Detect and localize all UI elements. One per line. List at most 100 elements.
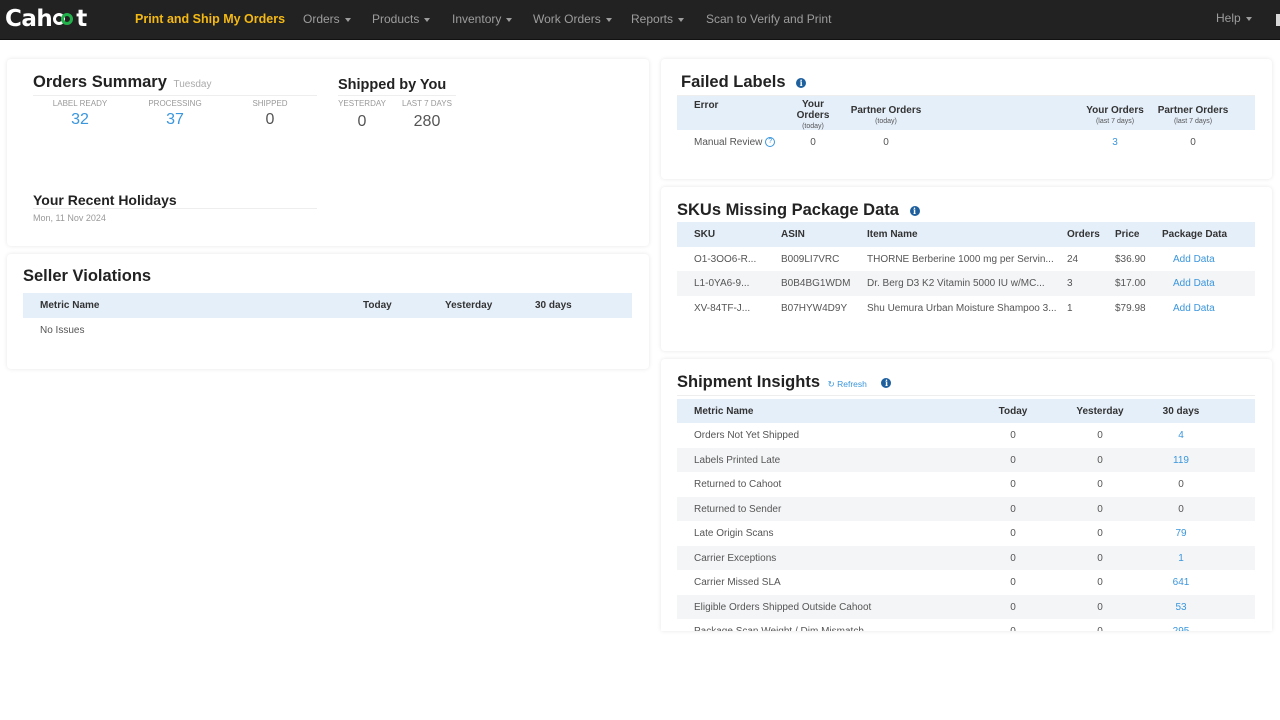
table-header-row: SKU ASIN Item Name Orders Price Package … [677,222,1255,247]
divider [33,95,317,96]
error-cell: Manual Review ? [677,130,785,154]
stat-value-processing[interactable]: 37 [130,111,220,129]
metric-name-cell: Labels Printed Late [677,448,983,472]
shipment-insights-title: Shipment Insights ↻ Refresh i [677,373,892,392]
nav-work-orders-menu[interactable]: Work Orders [533,0,612,40]
col-orders: Orders [1067,222,1115,247]
sku-cell: XV-84TF-J... [694,302,751,314]
end-cell [1205,546,1255,570]
info-icon[interactable]: i [909,205,920,216]
today-cell: 0 [983,448,1043,472]
end-cell [1205,497,1255,521]
thirty-days-link[interactable]: 4 [1157,423,1205,448]
top-navbar: Cah t Print and Ship My Orders Orders Pr… [0,0,1280,40]
table-row: Package Scan Weight / Dim Mismatch00295 [677,619,1255,631]
asin-cell: B009LI7VRC [781,253,840,265]
nav-inventory-menu[interactable]: Inventory [452,0,513,40]
yesterday-cell: 0 [1097,479,1103,490]
thirty-days-link[interactable]: 1 [1157,546,1205,570]
price-cell: $79.98 [1115,302,1146,314]
col-yesterday: Yesterday [1043,399,1157,423]
add-data-link[interactable]: Add Data [1162,296,1255,320]
caret-down-icon [678,17,685,22]
add-data-link[interactable]: Add Data [1162,247,1255,271]
col-sublabel: (last 7 days) [1095,117,1135,125]
seller-violations-table: Metric Name Today Yesterday 30 days No I… [23,293,632,343]
stat-value-label-ready[interactable]: 32 [35,111,125,129]
nav-print-and-ship[interactable]: Print and Ship My Orders [135,0,285,40]
thirty-days-link[interactable]: 53 [1157,595,1205,619]
table-row: Returned to Cahoot 0 0 0 [677,472,1255,497]
stat-value-shipped: 0 [265,111,275,128]
nav-products-menu[interactable]: Products [372,0,431,40]
orders-summary-title: Orders Summary Tuesday [33,73,211,92]
info-icon[interactable]: i [881,377,892,388]
today-cell: 0 [983,595,1043,619]
recent-holidays-title: Your Recent Holidays [33,192,177,208]
yesterday-cell: 0 [1043,497,1157,521]
today-cell: 0 [1010,577,1016,588]
end-cell [1205,423,1255,448]
shipment-insights-table: Metric Name Today Yesterday 30 days Orde… [677,399,1255,631]
col-end [1205,399,1255,423]
table-row: Labels Printed Late 0 0 119 [677,448,1255,472]
cahoot-logo[interactable]: Cah t [5,5,87,33]
table-row: Carrier Missed SLA 0 0 641 [677,570,1255,595]
table-row: No Issues [23,318,632,343]
metric-name-cell: Carrier Missed SLA [694,577,781,588]
col-partner-orders-today: Partner Orders (today) [841,96,931,130]
help-question-icon[interactable]: ? [765,136,776,147]
logo-text-start: Cah [5,6,53,32]
thirty-days-cell: 0 [1178,479,1184,490]
table-row: O1-3OO6-R... B009LI7VRC THORNE Berberine… [677,247,1255,271]
end-cell [1205,472,1255,497]
yesterday-cell: 0 [1097,430,1103,441]
col-today: Today [363,293,445,318]
seller-violations-title: Seller Violations [23,267,152,285]
divider [33,208,317,209]
col-your-orders-today: Your Orders (today) [785,96,841,130]
col-30-days: 30 days [1157,399,1205,423]
item-name-cell: Dr. Berg D3 K2 Vitamin 5000 IU w/MC... [867,271,1067,296]
nav-help-menu[interactable]: Help [1216,0,1252,40]
stat-value-last-7-days: 280 [413,113,441,130]
col-end [1237,96,1255,130]
col-metric-name: Metric Name [23,293,363,318]
seller-violations-panel: Seller Violations Metric Name Today Yest… [7,254,649,369]
yesterday-cell: 0 [1043,546,1157,570]
metric-name-cell: Late Origin Scans [694,528,774,539]
table-row: Manual Review ? 0 0 3 0 [677,130,1255,154]
col-error: Error [677,96,785,130]
thirty-days-link[interactable]: 295 [1157,619,1205,631]
stat-label-yesterday: YESTERDAY [338,99,386,108]
col-label: Your Orders [796,99,830,121]
skus-missing-table: SKU ASIN Item Name Orders Price Package … [677,222,1255,320]
nav-products-label: Products [372,12,420,26]
caret-down-icon [605,17,612,22]
stat-label-processing: PROCESSING [148,99,202,108]
nav-scan-to-verify[interactable]: Scan to Verify and Print [706,0,831,40]
metric-name-cell: Returned to Sender [677,497,983,521]
sku-cell: O1-3OO6-R... [694,253,757,265]
today-cell: 0 [983,619,1043,631]
shipment-insights-panel: Shipment Insights ↻ Refresh i Metric Nam… [661,359,1272,631]
nav-orders-menu[interactable]: Orders [303,0,351,40]
thirty-days-link[interactable]: 79 [1157,521,1205,546]
refresh-button[interactable]: ↻ Refresh [828,379,867,389]
col-today: Today [983,399,1043,423]
end-cell [1205,619,1255,631]
thirty-days-link[interactable]: 119 [1157,448,1205,472]
your-orders-7d-link[interactable]: 3 [1081,130,1149,154]
nav-reports-menu[interactable]: Reports [631,0,685,40]
end-cell [1205,448,1255,472]
add-data-link[interactable]: Add Data [1162,271,1255,296]
thirty-days-link[interactable]: 641 [1157,570,1205,595]
stat-value-yesterday: 0 [357,113,367,130]
error-name: Manual Review [694,136,763,148]
failed-labels-title-text: Failed Labels [681,73,786,91]
partner-orders-7d: 0 [1190,136,1196,148]
col-partner-orders-7d: Partner Orders (last 7 days) [1149,96,1237,130]
table-row: Returned to Sender 0 0 0 [677,497,1255,521]
info-icon[interactable]: i [796,77,807,88]
metric-name-cell: Package Scan Weight / Dim Mismatch [677,619,983,631]
